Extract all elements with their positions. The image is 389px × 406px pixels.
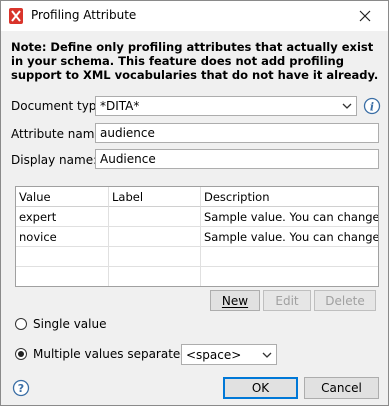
app-icon: [9, 8, 23, 24]
close-button[interactable]: [342, 1, 388, 31]
column-header-value[interactable]: Value: [16, 187, 109, 207]
document-type-value: *DITA*: [100, 99, 140, 113]
table-empty-cell: [201, 247, 378, 267]
display-name-label: Display name:: [11, 153, 98, 167]
separator-combo[interactable]: <space>: [181, 344, 277, 365]
close-icon: [359, 10, 371, 22]
document-type-combo[interactable]: *DITA*: [95, 96, 357, 116]
cancel-button-label: Cancel: [321, 381, 362, 395]
attribute-name-field[interactable]: audience: [95, 123, 379, 143]
single-value-label[interactable]: Single value: [33, 317, 106, 331]
separator-value: <space>: [186, 348, 242, 362]
new-button[interactable]: New: [210, 290, 260, 311]
delete-button-label: Delete: [325, 293, 365, 308]
edit-button[interactable]: Edit: [263, 290, 311, 311]
column-header-label[interactable]: Label: [109, 187, 201, 207]
delete-button[interactable]: Delete: [314, 290, 376, 311]
cancel-button[interactable]: Cancel: [304, 377, 379, 399]
table-cell-description[interactable]: Sample value. You can change it ...: [201, 207, 378, 227]
chevron-down-icon: [262, 352, 272, 358]
ok-button[interactable]: OK: [223, 377, 298, 399]
title-bar: Profiling Attribute: [1, 1, 388, 31]
help-icon[interactable]: ?: [12, 379, 30, 397]
ok-button-label: OK: [251, 381, 270, 395]
new-button-label: New: [221, 293, 249, 308]
window-title: Profiling Attribute: [31, 8, 137, 22]
svg-text:?: ?: [18, 382, 24, 395]
multiple-values-radio[interactable]: [15, 348, 27, 360]
edit-button-label: Edit: [275, 293, 299, 308]
values-table[interactable]: Value Label Description expert Sample va…: [15, 186, 379, 287]
table-cell-label[interactable]: [109, 207, 201, 227]
profiling-attribute-dialog: Profiling Attribute Note: Define only pr…: [0, 0, 389, 406]
table-cell-value[interactable]: novice: [16, 227, 109, 247]
svg-text:i: i: [370, 101, 374, 114]
table-cell-description[interactable]: Sample value. You can change it ...: [201, 227, 378, 247]
display-name-field[interactable]: Audience: [95, 149, 379, 169]
column-header-description[interactable]: Description: [201, 187, 378, 207]
chevron-down-icon: [342, 103, 352, 109]
table-empty-cell: [109, 267, 201, 286]
note-text: Note: Define only profiling attributes t…: [11, 40, 379, 82]
table-empty-cell: [109, 247, 201, 267]
table-cell-label[interactable]: [109, 227, 201, 247]
table-empty-cell: [16, 247, 109, 267]
single-value-radio[interactable]: [15, 318, 27, 330]
attribute-name-label: Attribute name:: [11, 127, 106, 141]
document-type-label: Document type:: [11, 99, 108, 113]
table-empty-cell: [16, 267, 109, 286]
radio-selected-dot: [18, 351, 24, 357]
info-icon[interactable]: i: [363, 97, 381, 115]
table-cell-value[interactable]: expert: [16, 207, 109, 227]
